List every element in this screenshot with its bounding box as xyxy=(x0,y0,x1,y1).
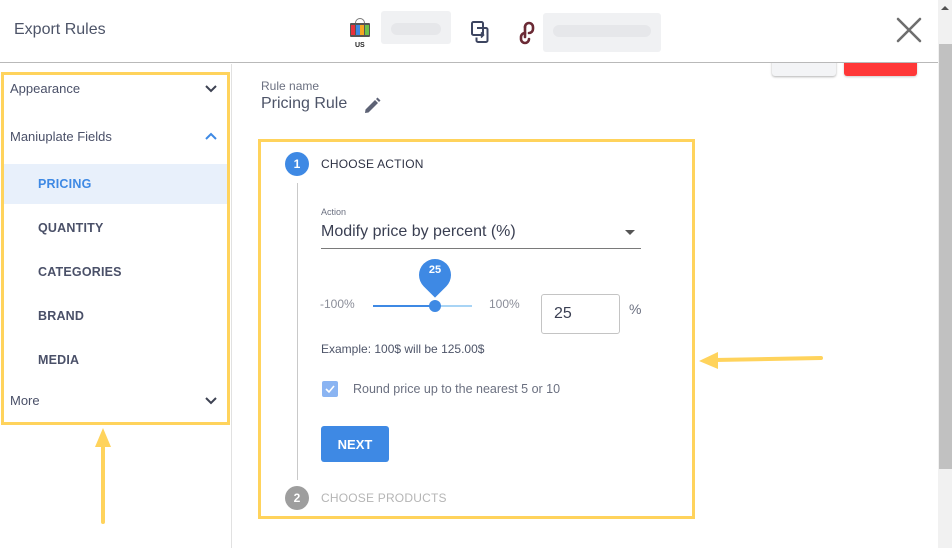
scrollbar-thumb[interactable] xyxy=(939,44,952,469)
slider-fill xyxy=(373,305,435,307)
redacted-store-name xyxy=(381,11,451,44)
percent-unit-label: % xyxy=(629,301,642,317)
chevron-up-icon xyxy=(205,132,217,140)
export-rules-dialog: Export Rules US Appearance Maniuplate Fi… xyxy=(0,0,952,548)
slider-min-label: -100% xyxy=(320,297,355,311)
rule-name-label: Rule name xyxy=(261,79,320,93)
highlight-box-stepper xyxy=(258,139,695,519)
copy-export-icon[interactable] xyxy=(470,20,492,44)
action-field-label: Action xyxy=(321,207,347,217)
sidebar-item-pricing[interactable]: PRICING xyxy=(4,164,228,204)
sidebar-group-manipulate-fields[interactable]: Maniuplate Fields xyxy=(10,124,222,148)
sidebar-item-categories[interactable]: CATEGORIES xyxy=(4,252,228,292)
dialog-header: Export Rules US xyxy=(0,0,938,63)
checkmark-icon xyxy=(325,385,335,394)
redacted-link-text xyxy=(543,13,661,52)
scroll-up-arrow-icon[interactable] xyxy=(941,6,949,10)
step-1-title[interactable]: CHOOSE ACTION xyxy=(321,157,424,171)
next-button[interactable]: NEXT xyxy=(321,426,389,462)
rule-name-value: Pricing Rule xyxy=(261,95,348,112)
slider-value-label: 25 xyxy=(428,264,442,276)
percent-input[interactable] xyxy=(541,294,620,334)
sidebar-item-label: PRICING xyxy=(38,177,92,191)
store-bag-icon: US xyxy=(350,17,372,51)
sidebar-item-label: CATEGORIES xyxy=(38,265,122,279)
action-select-value: Modify price by percent (%) xyxy=(321,223,516,240)
sidebar-group-label: More xyxy=(10,392,40,408)
chevron-down-icon xyxy=(205,85,217,93)
slider-thumb[interactable] xyxy=(429,300,441,312)
link-icon[interactable] xyxy=(515,21,539,45)
sidebar-item-quantity[interactable]: QUANTITY xyxy=(4,208,228,248)
sidebar-item-brand[interactable]: BRAND xyxy=(4,296,228,336)
step-1-badge: 1 xyxy=(285,152,309,176)
dialog-title: Export Rules xyxy=(14,21,106,38)
sidebar-group-label: Appearance xyxy=(10,80,81,96)
round-price-label[interactable]: Round price up to the nearest 5 or 10 xyxy=(353,382,560,396)
action-select[interactable]: Modify price by percent (%) xyxy=(321,220,641,249)
sidebar-item-label: QUANTITY xyxy=(38,221,104,235)
chevron-down-icon xyxy=(205,397,217,405)
price-example-text: Example: 100$ will be 125.00$ xyxy=(321,342,485,356)
store-region-label: US xyxy=(355,42,365,49)
sidebar-item-label: MEDIA xyxy=(38,353,80,367)
pencil-edit-icon[interactable] xyxy=(362,96,382,116)
round-price-checkbox[interactable] xyxy=(322,381,338,397)
annotation-arrow-right xyxy=(699,352,823,369)
sidebar-group-more[interactable]: More xyxy=(10,388,222,412)
close-icon[interactable] xyxy=(893,14,925,46)
step-2-title[interactable]: CHOOSE PRODUCTS xyxy=(321,491,447,505)
step-2-badge: 2 xyxy=(285,486,309,510)
stepper-connector-line xyxy=(297,183,298,480)
sidebar-item-media[interactable]: MEDIA xyxy=(4,340,228,380)
slider-max-label: 100% xyxy=(489,297,520,311)
percent-slider[interactable]: 25 xyxy=(373,252,472,312)
sidebar-group-label: Maniuplate Fields xyxy=(10,128,112,144)
vertical-scrollbar[interactable] xyxy=(938,0,952,548)
sidebar-group-appearance[interactable]: Appearance xyxy=(10,76,222,100)
dropdown-caret-icon xyxy=(625,230,635,235)
sidebar-item-label: BRAND xyxy=(38,309,85,323)
